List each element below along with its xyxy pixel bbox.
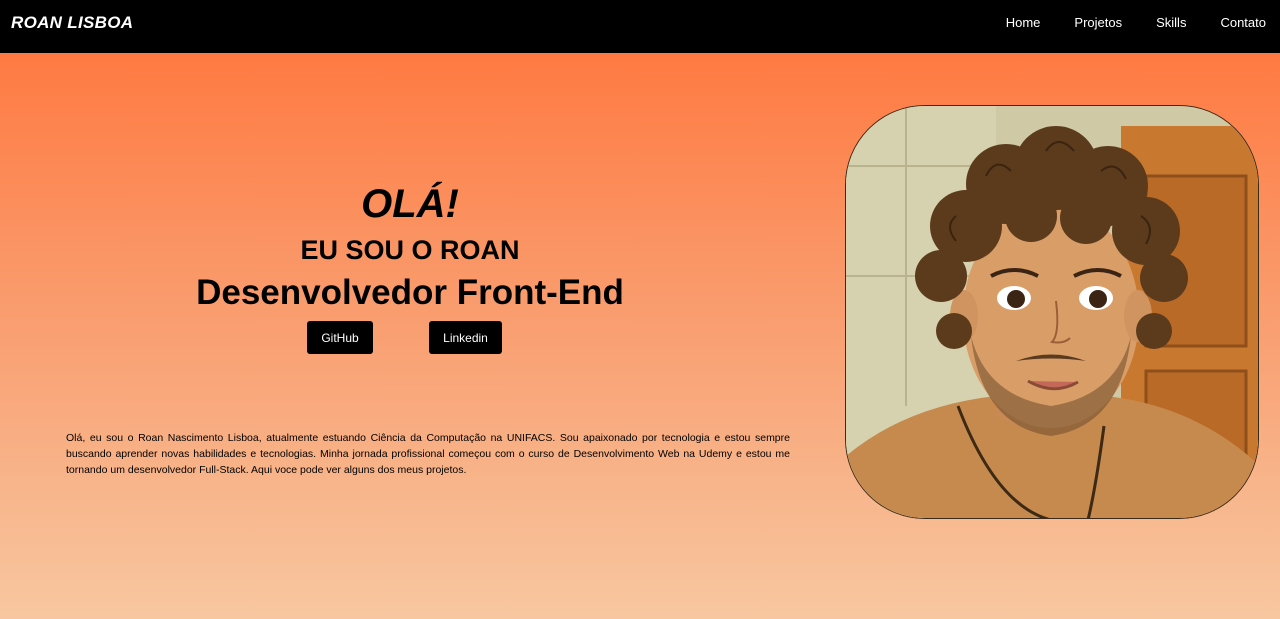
nav-link-skills[interactable]: Skills [1156, 15, 1186, 30]
portrait-illustration [846, 106, 1258, 518]
nav-link-projetos[interactable]: Projetos [1074, 15, 1122, 30]
github-button[interactable]: GitHub [307, 321, 373, 354]
nav-link-home[interactable]: Home [1006, 15, 1041, 30]
hero-greeting: OLÁ! [361, 182, 459, 226]
brand-logo[interactable]: ROAN LISBOA [11, 13, 133, 33]
navbar: ROAN LISBOA Home Projetos Skills Contato [0, 0, 1280, 53]
linkedin-button[interactable]: Linkedin [429, 321, 502, 354]
hero-section: OLÁ! EU SOU O ROAN Desenvolvedor Front-E… [0, 53, 1280, 619]
about-text: Olá, eu sou o Roan Nascimento Lisboa, at… [66, 432, 790, 476]
profile-portrait [845, 105, 1259, 519]
nav-links: Home Projetos Skills Contato [972, 15, 1266, 30]
hero-intro: EU SOU O ROAN [300, 235, 520, 265]
nav-link-contato[interactable]: Contato [1220, 15, 1266, 30]
hero-role: Desenvolvedor Front-End [196, 273, 624, 312]
